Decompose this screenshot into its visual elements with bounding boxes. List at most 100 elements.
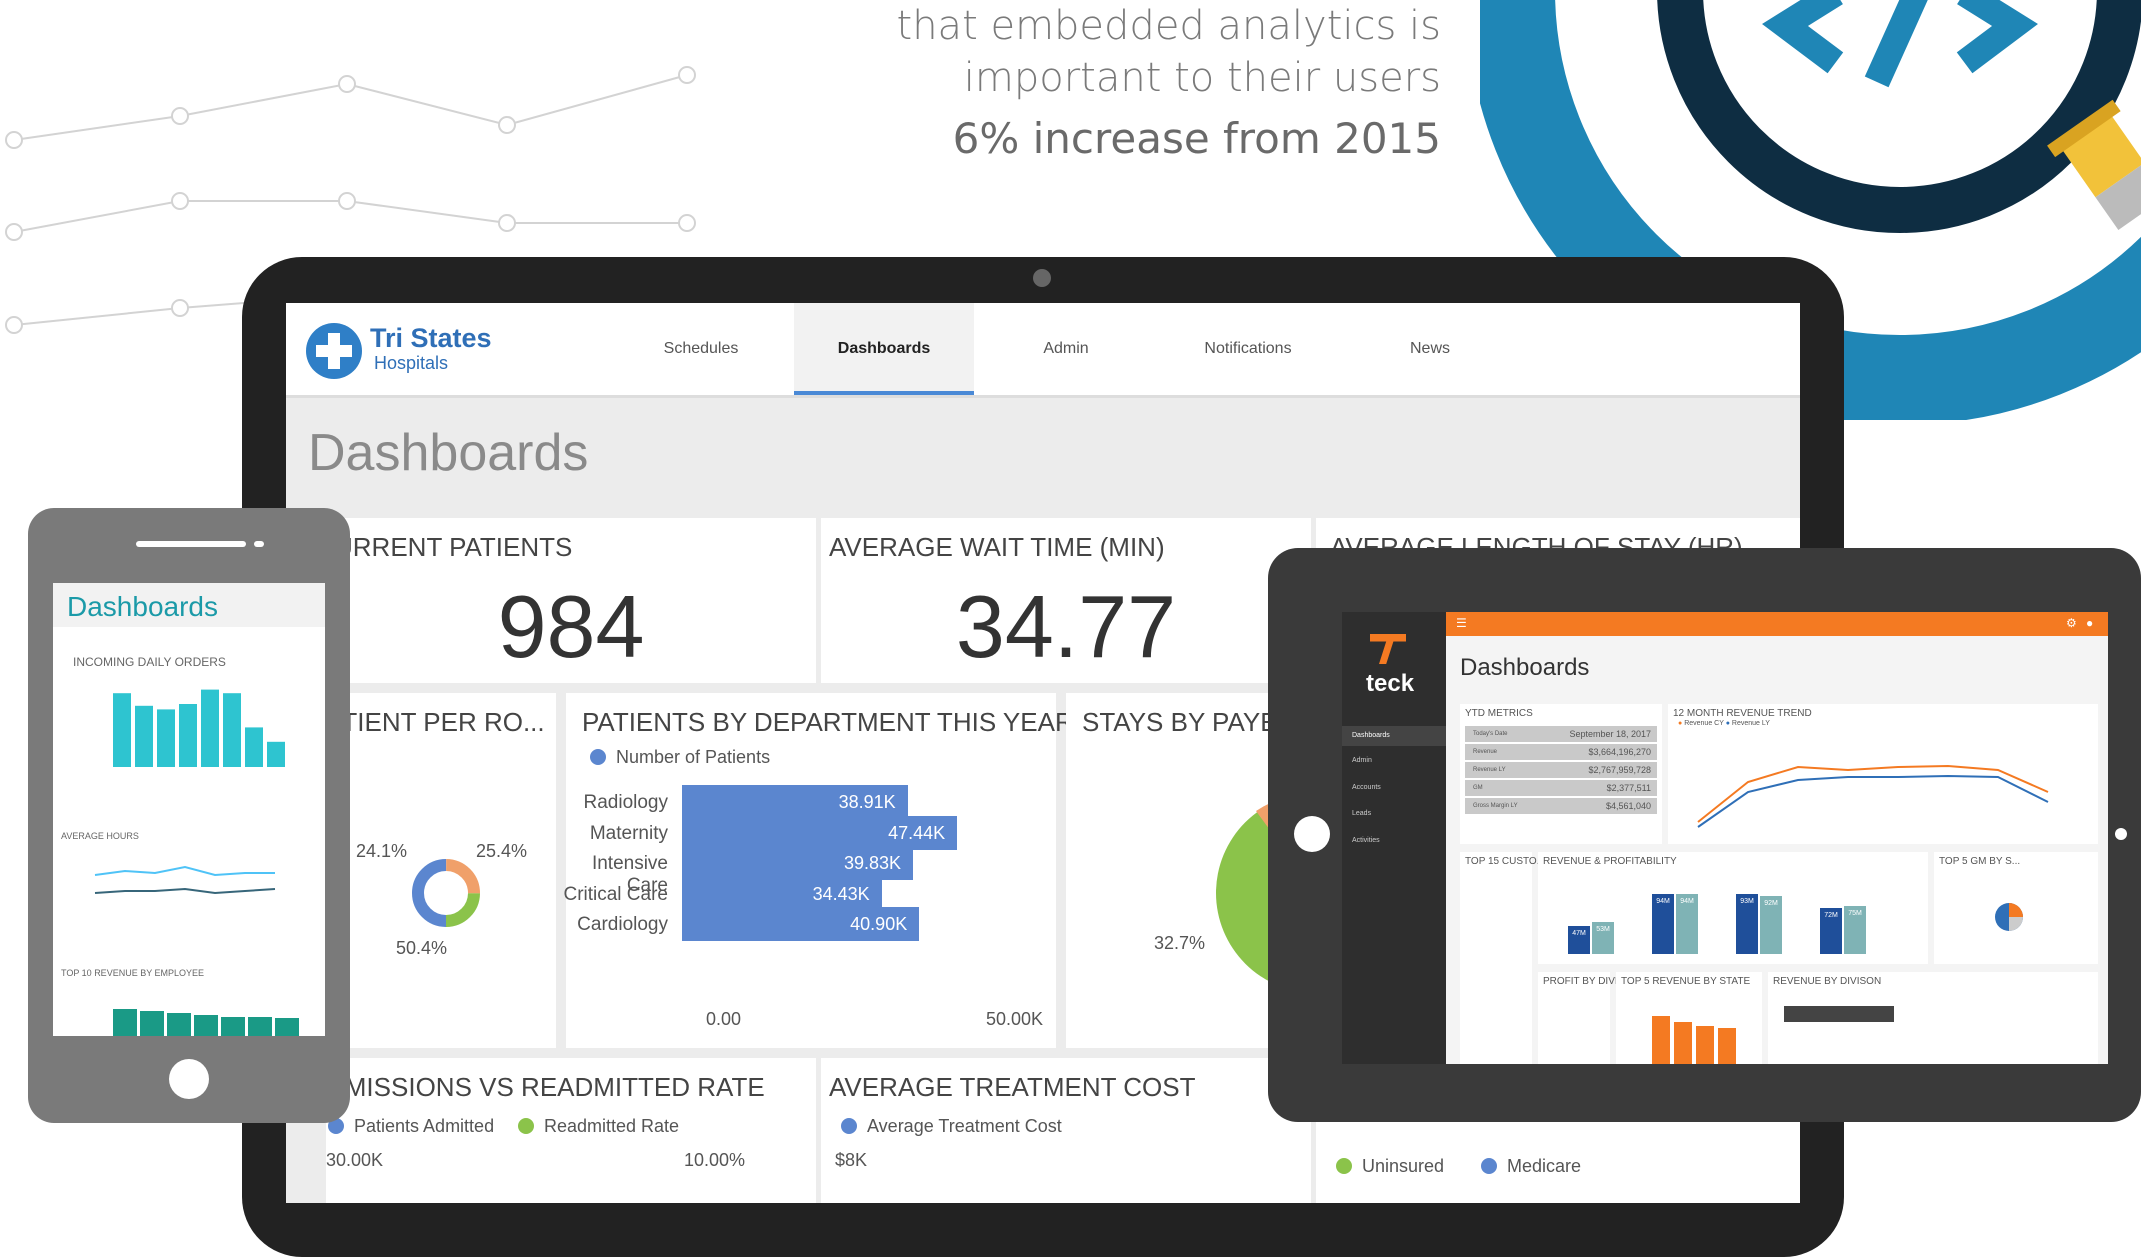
- legend-dot-icon: ●: [1725, 720, 1730, 727]
- stays-label: 32.7%: [1154, 933, 1206, 953]
- camera-dot: [1033, 269, 1051, 287]
- current-patients-title: URRENT PATIENTS: [334, 532, 573, 562]
- phone-order-bar: [267, 741, 285, 767]
- department-title: PATIENTS BY DEPARTMENT THIS YEAR: [582, 707, 1074, 737]
- teck-sidebar: teck Dashboards Admin Accounts Leads Act…: [1342, 612, 1446, 1064]
- ytd-metric-label: GM: [1473, 785, 1483, 791]
- department-bar-label: Radiology: [583, 792, 669, 813]
- ytd-metric-row: Revenue $3,664,196,270: [1465, 744, 1657, 760]
- revenue-profitability-chart: 47M 53M 94M 94M 93M 92M 72M 75M: [1568, 894, 1866, 954]
- admissions-legend-1: Patients Admitted: [328, 1116, 494, 1137]
- teck-side-admin[interactable]: Admin: [1352, 757, 1372, 764]
- phone-orders-chart: [113, 689, 285, 767]
- patient-per-room-panel: ATIENT PER RO... 24.1% 25.4% 50.4%: [326, 693, 556, 1048]
- profit-bar-label: 94M: [1656, 898, 1670, 905]
- phone-chart3-title: TOP 10 REVENUE BY EMPLOYEE: [61, 968, 205, 978]
- hospital-cross-logo-icon: [306, 323, 362, 379]
- revenue-by-division-panel: REVENUE BY DIVISON: [1768, 972, 2098, 1064]
- phone-order-bar: [157, 709, 175, 767]
- top-gm-panel: TOP 5 GM BY S...: [1934, 852, 2098, 964]
- nav-news[interactable]: News: [1340, 303, 1520, 395]
- revenue-by-state-panel: TOP 5 REVENUE BY STATE: [1616, 972, 1762, 1064]
- legend-dot-icon: [590, 749, 606, 765]
- nav-notifications[interactable]: Notifications: [1158, 303, 1338, 395]
- nav-admin[interactable]: Admin: [976, 303, 1156, 395]
- brand-title: Tri States: [370, 323, 492, 353]
- second-tablet-home-button[interactable]: [1294, 816, 1330, 852]
- department-bar-label: Critical Care: [563, 883, 668, 905]
- payer-legend-2-label: Medicare: [1507, 1156, 1582, 1176]
- trend-legend: ● Revenue CY ● Revenue LY: [1678, 720, 1770, 727]
- admissions-y-right: 10.00%: [684, 1150, 746, 1170]
- phone-order-bar: [135, 705, 153, 767]
- wait-time-panel: AVERAGE WAIT TIME (MIN) 34.77: [821, 518, 1311, 683]
- department-bar[interactable]: 47.44K: [682, 815, 958, 850]
- second-tablet-camera: [2115, 828, 2127, 840]
- profit-bar-label: 92M: [1764, 900, 1778, 907]
- admissions-legend-2-label: Readmitted Rate: [544, 1116, 680, 1136]
- menu-icon[interactable]: ☰: [1456, 616, 1467, 630]
- teck-logo-icon: [1370, 634, 1406, 664]
- teck-side-accounts[interactable]: Accounts: [1352, 784, 1381, 791]
- app-header: Tri States Hospitals Schedules Dashboard…: [286, 303, 1800, 398]
- nav-dashboards[interactable]: Dashboards: [794, 303, 974, 395]
- admissions-legend-1-label: Patients Admitted: [354, 1116, 495, 1136]
- teck-side-activities[interactable]: Activities: [1352, 837, 1380, 844]
- phone-order-bar: [179, 704, 197, 767]
- trend-legend-1: Revenue CY: [1684, 720, 1724, 727]
- department-bar[interactable]: 34.43K: [682, 876, 882, 911]
- settings-gear-icon[interactable]: ⚙: [2066, 616, 2077, 630]
- revenue-by-state-title: TOP 5 REVENUE BY STATE: [1621, 976, 1751, 987]
- phone-revenue-chart: [113, 1009, 299, 1036]
- payer-legend-1-label: Uninsured: [1362, 1156, 1445, 1176]
- payer-legend-1: Uninsured: [1336, 1156, 1444, 1177]
- nav-schedules[interactable]: Schedules: [611, 303, 791, 395]
- ytd-metrics-panel: YTD METRICS Today's Date September 18, 20…: [1460, 704, 1662, 844]
- ytd-metric-label: Revenue LY: [1473, 767, 1506, 773]
- treatment-title: AVERAGE TREATMENT COST: [829, 1072, 1196, 1102]
- top-customers-panel: TOP 15 CUSTO...: [1460, 852, 1545, 1064]
- phone-order-bar: [201, 689, 219, 767]
- department-bar-label: Cardiology: [577, 914, 668, 935]
- legend-dot-icon: [1481, 1158, 1497, 1174]
- ytd-metric-value: $2,377,511: [1606, 783, 1651, 793]
- phone-hours-chart: [94, 865, 276, 895]
- teck-side-dashboards[interactable]: Dashboards: [1352, 732, 1390, 739]
- hero-stat: 6% increase from 2015: [952, 114, 1441, 163]
- phone-chart1-title: INCOMING DAILY ORDERS: [73, 655, 226, 669]
- admissions-title: DMISSIONS VS READMITTED RATE: [326, 1072, 765, 1102]
- profit-bar-label: 75M: [1848, 910, 1862, 917]
- phone-chart2-title: AVERAGE HOURS: [61, 831, 139, 841]
- phone-sensor: [254, 541, 264, 547]
- department-x-tick-min: 0.00: [706, 1009, 742, 1029]
- phone-home-button[interactable]: [169, 1059, 209, 1099]
- department-bar[interactable]: 40.90K: [682, 907, 920, 941]
- hero-line-1: that embedded analytics is: [896, 3, 1441, 49]
- ytd-metric-value: $4,561,040: [1605, 801, 1651, 811]
- department-legend: Number of Patients: [590, 747, 770, 768]
- top-gm-pie-chart: [1995, 903, 2023, 931]
- ytd-metric-row: GM $2,377,511: [1465, 780, 1657, 796]
- treatment-legend-label: Average Treatment Cost: [867, 1116, 1062, 1136]
- treatment-legend: Average Treatment Cost: [841, 1116, 1062, 1137]
- ytd-metric-label: Revenue: [1473, 749, 1498, 755]
- wait-time-value: 34.77: [955, 577, 1177, 676]
- trend-legend-2: Revenue LY: [1731, 720, 1770, 727]
- revenue-trend-chart: [1697, 764, 2049, 828]
- department-bar[interactable]: 38.91K: [682, 785, 908, 819]
- teck-side-leads[interactable]: Leads: [1352, 810, 1371, 817]
- admissions-y-left: 30.00K: [326, 1150, 384, 1170]
- department-bar[interactable]: 39.83K: [682, 846, 913, 880]
- admissions-legend-2: Readmitted Rate: [518, 1116, 679, 1137]
- ytd-metric-value: September 18, 2017: [1569, 729, 1651, 739]
- department-legend-label: Number of Patients: [616, 747, 771, 767]
- legend-dot-icon: [1336, 1158, 1352, 1174]
- department-x-tick-max: 50.00K: [986, 1009, 1044, 1029]
- division-bar: [1784, 1006, 1894, 1022]
- user-icon[interactable]: ●: [2086, 616, 2093, 630]
- ytd-metric-value: $3,664,196,270: [1588, 747, 1651, 757]
- revenue-trend-title: 12 MONTH REVENUE TREND: [1673, 708, 1812, 719]
- hero-text-block: that embedded analytics is important to …: [897, 0, 1441, 163]
- phone-speaker: [136, 541, 246, 547]
- ytd-metric-label: Today's Date: [1473, 731, 1508, 737]
